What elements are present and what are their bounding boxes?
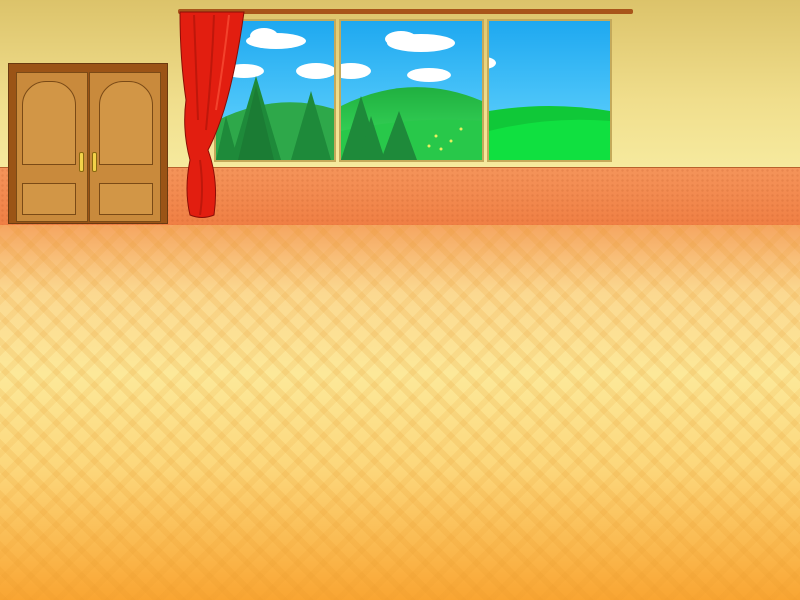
double-door[interactable]: [8, 63, 168, 224]
door-right-handle[interactable]: [92, 152, 97, 172]
door-right-leaf[interactable]: [89, 72, 161, 222]
window-pane-right-view: [489, 21, 610, 160]
window[interactable]: [214, 19, 612, 162]
door-left-arch-panel: [22, 81, 76, 165]
floor-pattern: [0, 225, 800, 600]
door-left-handle[interactable]: [79, 152, 84, 172]
parquet-floor[interactable]: [0, 225, 800, 600]
room-scene: [0, 0, 800, 600]
window-pane-right: [487, 19, 612, 162]
window-pane-middle: [339, 19, 484, 162]
door-right-arch-panel: [99, 81, 153, 165]
window-pane-middle-view: [341, 21, 482, 160]
door-right-lower-panel: [99, 183, 153, 215]
red-curtain[interactable]: [174, 10, 249, 222]
door-left-lower-panel: [22, 183, 76, 215]
door-left-leaf[interactable]: [16, 72, 88, 222]
